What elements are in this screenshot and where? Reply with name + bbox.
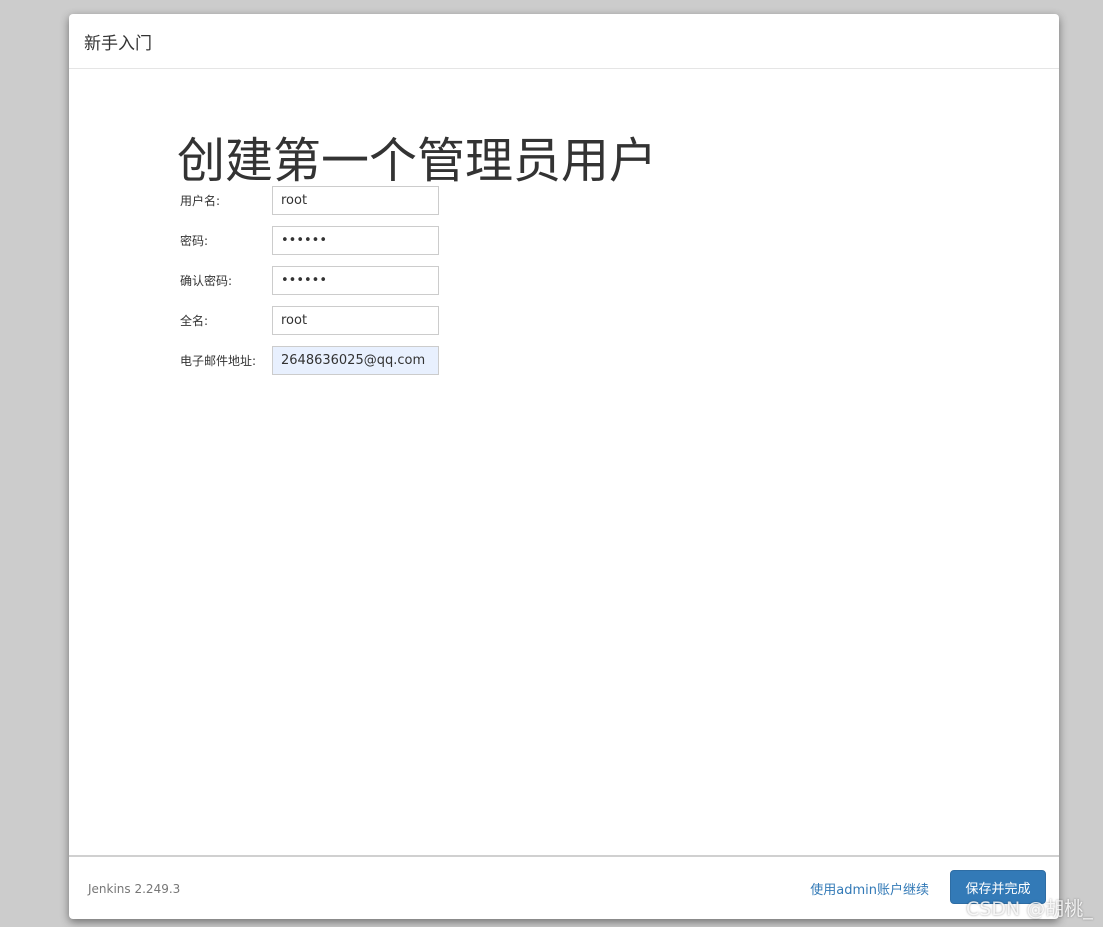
username-input[interactable] — [272, 186, 439, 215]
email-input[interactable] — [272, 346, 439, 375]
fullname-label: 全名: — [180, 314, 209, 328]
confirm-password-row: 确认密码: — [180, 266, 439, 295]
dialog-header: 新手入门 — [69, 14, 1059, 69]
version-label: Jenkins 2.249.3 — [88, 882, 181, 896]
password-input[interactable] — [272, 226, 439, 255]
confirm-password-label: 确认密码: — [180, 274, 233, 288]
dialog-body: 创建第一个管理员用户 用户名: 密码: 确认密码: 全名: 电子邮件地址: — [69, 69, 1059, 856]
dialog-title: 新手入门 — [84, 33, 152, 54]
fullname-row: 全名: — [180, 306, 439, 335]
email-label: 电子邮件地址: — [180, 354, 257, 368]
password-label: 密码: — [180, 234, 209, 248]
email-row: 电子邮件地址: — [180, 346, 439, 375]
username-row: 用户名: — [180, 186, 439, 215]
setup-dialog: 新手入门 创建第一个管理员用户 用户名: 密码: 确认密码: 全名: 电子邮件地… — [69, 14, 1059, 919]
confirm-password-input[interactable] — [272, 266, 439, 295]
fullname-input[interactable] — [272, 306, 439, 335]
watermark: CSDN @胡桃_ — [966, 898, 1093, 920]
page-title: 创建第一个管理员用户 — [177, 133, 658, 189]
username-label: 用户名: — [180, 194, 221, 208]
dialog-footer: Jenkins 2.249.3 使用admin账户继续 保存并完成 — [69, 855, 1059, 919]
password-row: 密码: — [180, 226, 439, 255]
continue-as-admin-link[interactable]: 使用admin账户继续 — [810, 879, 929, 898]
